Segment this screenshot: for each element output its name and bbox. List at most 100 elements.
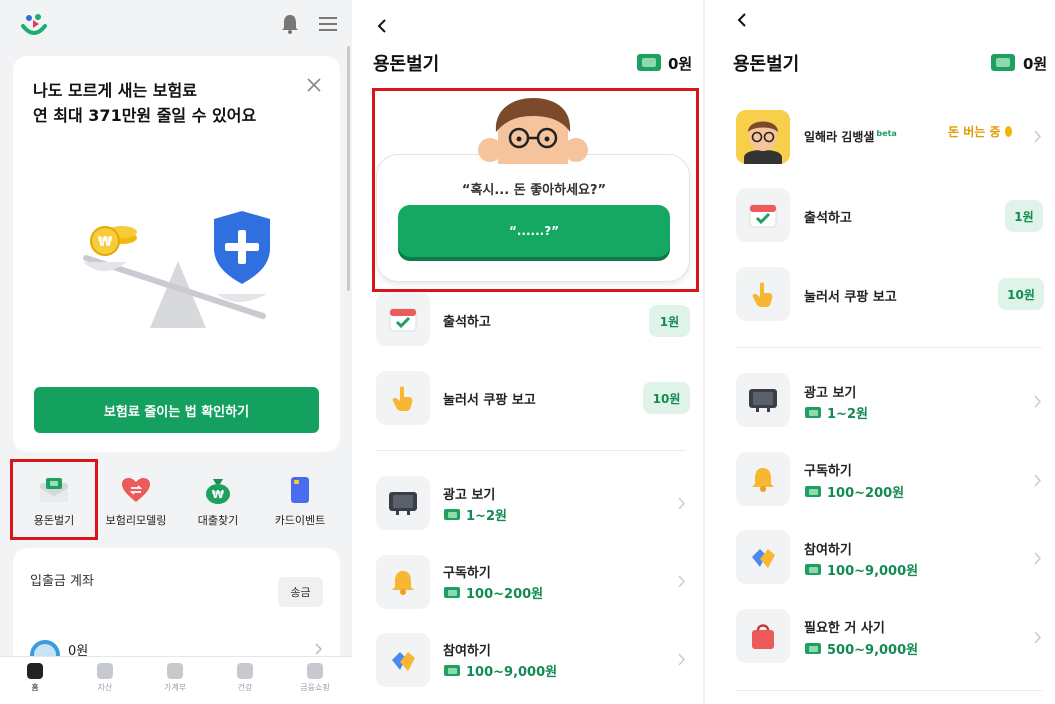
task-reward-range: 100~200원 — [805, 482, 904, 501]
answer-button[interactable]: “......?” — [398, 205, 670, 257]
heart-refresh-icon — [122, 478, 150, 502]
chevron-right-icon[interactable] — [678, 653, 686, 666]
close-icon[interactable] — [305, 76, 323, 94]
shopping-bag-icon — [307, 663, 323, 679]
chevron-right-icon[interactable] — [1034, 552, 1042, 565]
won-money-icon — [444, 587, 460, 598]
clap-icon — [736, 530, 790, 584]
wallet-icon — [97, 663, 113, 679]
chevron-right-icon[interactable] — [678, 497, 686, 510]
reward-amount-badge[interactable]: 10원 — [643, 382, 690, 414]
quick-item-card-event[interactable]: 카드이벤트 — [259, 460, 341, 540]
coin-icon — [1004, 126, 1012, 137]
tab-label: 금융쇼핑 — [300, 683, 330, 692]
quick-item-find-loan[interactable]: ₩ 대출찾기 — [177, 460, 259, 540]
balance-amount: 0원 — [668, 55, 693, 73]
quick-item-label: 보험리모델링 — [105, 514, 167, 527]
quick-item-label: 대출찾기 — [197, 514, 239, 527]
tap-hand-icon — [736, 267, 790, 321]
insurance-promo-card: 나도 모르게 새는 보험료 연 최대 371만원 줄일 수 있어요 ₩ 보험료 … — [13, 56, 340, 452]
reward-amount-badge[interactable]: 10원 — [998, 278, 1044, 310]
earn-money-intro-screen: 용돈벌기 0원 “혹시... 돈 좋아하세요?” “......?” 출석하고 … — [352, 0, 703, 704]
earn-money-list-screen: 용돈벌기 0원 일해라 김뱅샐 beta 돈 버는 중 출석하고 1원 눌러서 쿠… — [703, 0, 1055, 704]
tab-financial-shopping[interactable]: 금융쇼핑 — [280, 663, 350, 693]
task-reward-range: 100~9,000원 — [805, 560, 918, 579]
earning-status: 돈 버는 중 — [948, 123, 1012, 140]
task-label: 참여하기 — [804, 543, 852, 558]
tv-icon — [736, 373, 790, 427]
page-title: 용돈벌기 — [733, 54, 800, 75]
chevron-right-icon[interactable] — [315, 643, 323, 655]
card-icon — [291, 477, 309, 503]
chevron-right-icon[interactable] — [1034, 631, 1042, 644]
money-bag-icon: ₩ — [206, 479, 230, 504]
tab-health[interactable]: 건강 — [210, 663, 280, 693]
bell-icon — [376, 555, 430, 609]
home-icon — [27, 663, 43, 679]
tab-label: 자산 — [97, 683, 113, 692]
page-title: 용돈벌기 — [373, 54, 440, 75]
task-label: 광고 보기 — [443, 488, 496, 503]
won-money-icon — [805, 486, 821, 497]
avatar — [736, 110, 790, 164]
task-label: 구독하기 — [804, 464, 852, 479]
reward-label: 눌러서 쿠팡 보고 — [804, 290, 897, 305]
task-reward-range: 100~200원 — [444, 583, 543, 602]
calendar-check-icon — [376, 292, 430, 346]
calendar-check-icon — [736, 188, 790, 242]
quick-item-insurance-remodeling[interactable]: 보험리모델링 — [95, 460, 177, 540]
chevron-right-icon[interactable] — [1034, 474, 1042, 487]
reward-label: 출석하고 — [804, 211, 852, 226]
chevron-right-icon[interactable] — [1034, 130, 1042, 143]
insurance-scale-illustration: ₩ — [83, 211, 270, 328]
beta-badge: beta — [876, 129, 897, 138]
tv-icon — [376, 476, 430, 530]
insurance-promo-title: 나도 모르게 새는 보험료 연 최대 371만원 줄일 수 있어요 — [33, 81, 257, 125]
won-money-icon — [444, 665, 460, 676]
tab-home[interactable]: 홈 — [0, 663, 70, 693]
quick-item-label: 용돈벌기 — [33, 514, 75, 527]
task-reward-range: 1~2원 — [444, 505, 507, 524]
app-logo-icon — [21, 14, 47, 35]
character-face-illustration — [478, 98, 588, 164]
back-arrow-icon[interactable] — [736, 12, 748, 28]
won-money-icon — [444, 509, 460, 520]
chevron-right-icon[interactable] — [1034, 395, 1042, 408]
reward-label: 출석하고 — [443, 315, 491, 330]
tab-assets[interactable]: 자산 — [70, 663, 140, 693]
bottom-tab-bar: 홈 자산 가계부 건강 금융쇼핑 — [0, 656, 352, 704]
task-label: 구독하기 — [443, 566, 491, 581]
task-reward-range: 500~9,000원 — [805, 639, 918, 658]
home-header — [0, 0, 352, 50]
tab-label: 가계부 — [163, 683, 187, 692]
svg-text:₩: ₩ — [98, 235, 113, 250]
bell-icon — [736, 452, 790, 506]
scrollbar[interactable] — [347, 46, 350, 291]
chevron-right-icon[interactable] — [678, 575, 686, 588]
reward-amount-badge[interactable]: 1원 — [649, 305, 690, 337]
svg-text:₩: ₩ — [212, 488, 224, 501]
notification-bell-icon[interactable] — [280, 13, 300, 35]
back-arrow-icon[interactable] — [376, 18, 388, 34]
task-reward-range: 1~2원 — [805, 403, 868, 422]
hamburger-menu-icon[interactable] — [319, 16, 337, 32]
tap-hand-icon — [376, 371, 430, 425]
section-divider — [376, 450, 686, 451]
balance-amount: 0원 — [1023, 55, 1048, 73]
money-envelope-icon — [40, 478, 68, 502]
task-label: 필요한 거 사기 — [804, 621, 885, 636]
quick-item-earn-money[interactable]: 용돈벌기 — [13, 460, 95, 540]
won-money-icon — [805, 564, 821, 575]
won-money-icon — [805, 643, 821, 654]
greeting-speech-card: “혹시... 돈 좋아하세요?” “......?” — [376, 154, 690, 282]
tab-label: 건강 — [237, 683, 253, 692]
health-heart-icon — [237, 663, 253, 679]
check-insurance-savings-button[interactable]: 보험료 줄이는 법 확인하기 — [34, 387, 319, 433]
send-money-button[interactable]: 송금 — [278, 577, 323, 607]
reward-label: 눌러서 쿠팡 보고 — [443, 393, 536, 408]
tab-household-ledger[interactable]: 가계부 — [140, 663, 210, 693]
worker-bot-label: 일해라 김뱅샐 beta — [804, 129, 897, 144]
won-money-icon — [805, 407, 821, 418]
section-divider — [736, 690, 1042, 691]
reward-amount-badge[interactable]: 1원 — [1005, 200, 1043, 232]
